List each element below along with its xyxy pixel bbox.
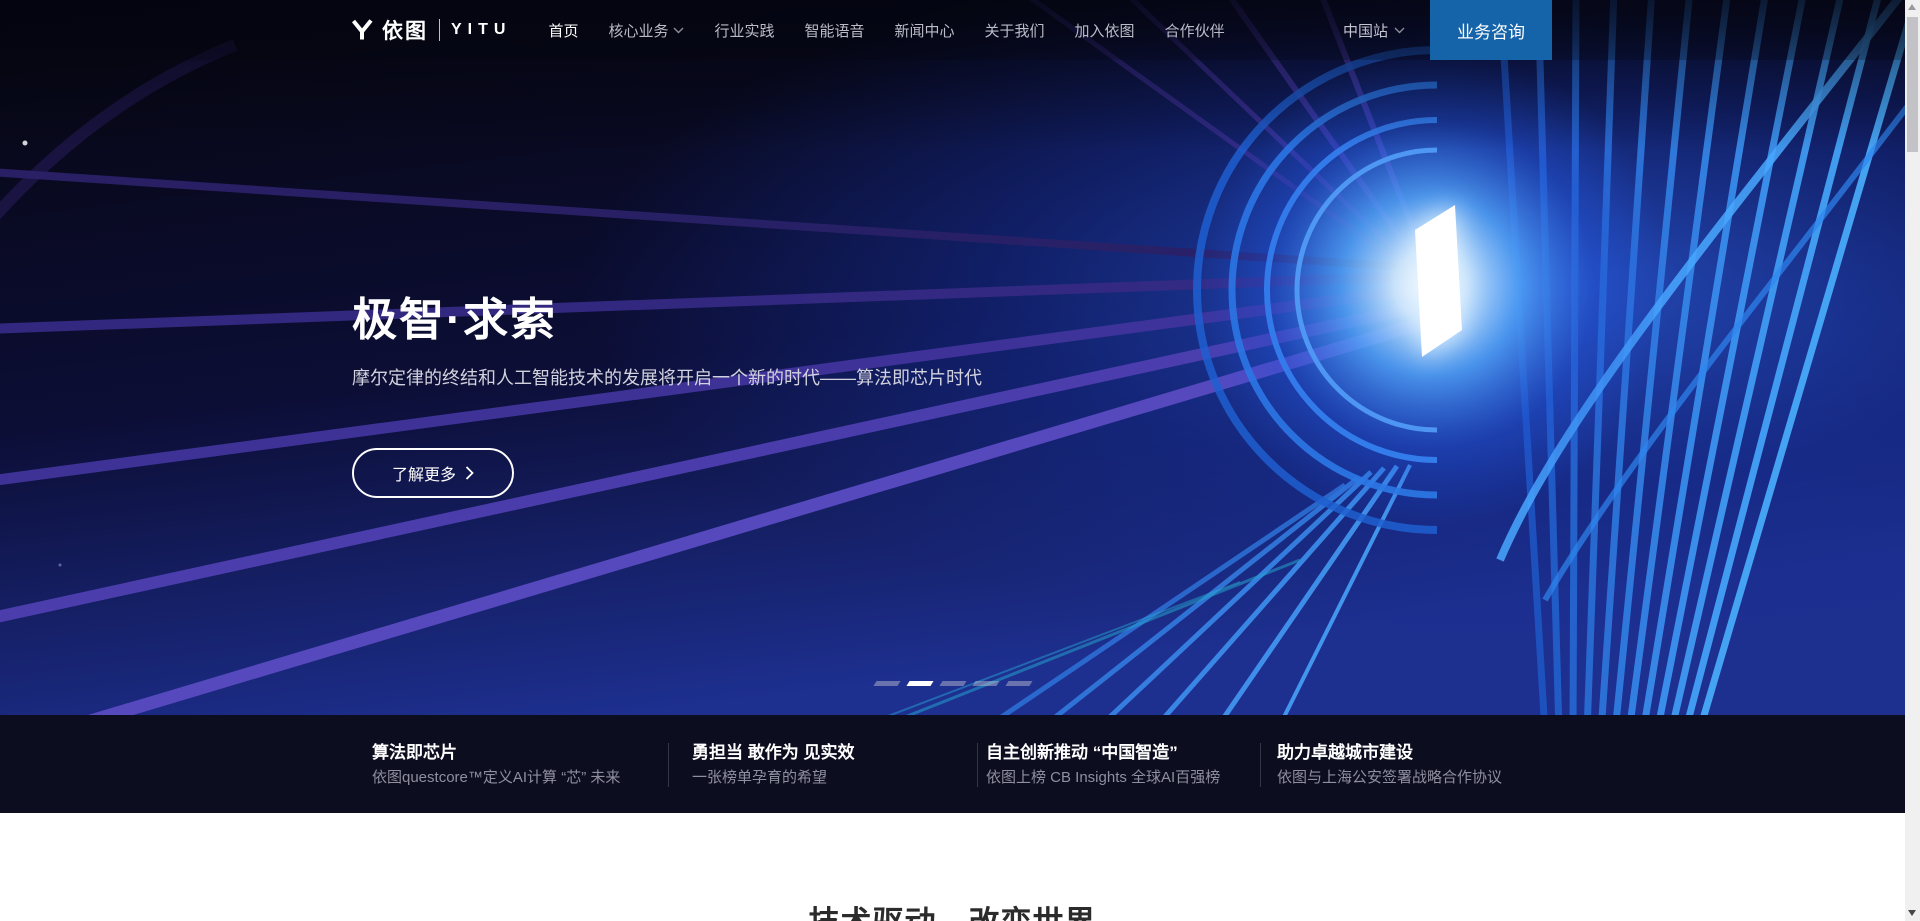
nav-item-partners[interactable]: 合作伙伴 xyxy=(1150,0,1240,60)
learn-more-button[interactable]: 了解更多 xyxy=(352,448,514,498)
news-item-2[interactable]: 勇担当 敢作为 见实效 一张榜单孕育的希望 xyxy=(692,742,854,788)
yitu-logo[interactable]: 依图 YITU xyxy=(350,15,511,45)
strip-divider xyxy=(1260,743,1261,787)
scrollbar-up-arrow[interactable] xyxy=(1908,4,1916,10)
chevron-down-icon xyxy=(673,27,684,34)
logo-divider xyxy=(439,19,440,41)
browser-viewport: 依图 YITU 首页 核心业务 行业实践 xyxy=(0,0,1920,921)
carousel-dot-1[interactable] xyxy=(873,681,900,686)
news-subtitle: 一张榜单孕育的希望 xyxy=(692,768,854,788)
hero-banner: 依图 YITU 首页 核心业务 行业实践 xyxy=(0,0,1905,715)
nav-item-home[interactable]: 首页 xyxy=(533,0,593,60)
carousel-dot-2-active[interactable] xyxy=(906,681,933,686)
news-item-3[interactable]: 自主创新推动 “中国智造” 依图上榜 CB Insights 全球AI百强榜 xyxy=(986,742,1220,788)
news-title: 勇担当 敢作为 见实效 xyxy=(692,742,854,763)
section-heading: 技术驱动，改变世界 xyxy=(0,813,1905,921)
strip-divider xyxy=(977,743,978,787)
news-item-4[interactable]: 助力卓越城市建设 依图与上海公安签署战略合作协议 xyxy=(1277,742,1502,788)
news-title: 自主创新推动 “中国智造” xyxy=(986,742,1220,763)
nav-item-industry-practice[interactable]: 行业实践 xyxy=(699,0,789,60)
news-strip: 算法即芯片 依图questcore™定义AI计算 “芯” 未来 勇担当 敢作为 … xyxy=(0,715,1905,813)
chevron-right-icon xyxy=(465,466,474,480)
hero-subtitle: 摩尔定律的终结和人工智能技术的发展将开启一个新的时代——算法即芯片时代 xyxy=(352,364,982,390)
news-title: 助力卓越城市建设 xyxy=(1277,742,1502,763)
logo-text-en: YITU xyxy=(451,21,511,39)
top-navigation-bar: 依图 YITU 首页 核心业务 行业实践 xyxy=(0,0,1905,60)
strip-divider xyxy=(668,743,669,787)
news-title: 算法即芯片 xyxy=(372,742,620,763)
technology-section: 技术驱动，改变世界 xyxy=(0,813,1905,921)
nav-item-core-business[interactable]: 核心业务 xyxy=(593,0,699,60)
news-item-1[interactable]: 算法即芯片 依图questcore™定义AI计算 “芯” 未来 xyxy=(372,742,620,788)
nav-item-about-us[interactable]: 关于我们 xyxy=(970,0,1060,60)
carousel-dot-5[interactable] xyxy=(1005,681,1032,686)
carousel-indicators xyxy=(875,681,1031,686)
news-subtitle: 依图questcore™定义AI计算 “芯” 未来 xyxy=(372,768,620,788)
nav-item-speech-ai[interactable]: 智能语音 xyxy=(790,0,880,60)
chevron-down-icon xyxy=(1394,27,1405,34)
carousel-dot-3[interactable] xyxy=(939,681,966,686)
business-inquiry-button[interactable]: 业务咨询 xyxy=(1430,0,1552,60)
carousel-dot-4[interactable] xyxy=(972,681,999,686)
scrollbar-thumb[interactable] xyxy=(1907,17,1918,152)
nav-item-news-center[interactable]: 新闻中心 xyxy=(880,0,970,60)
nav-menu: 首页 核心业务 行业实践 智能语音 新闻中心 xyxy=(533,0,1239,60)
vertical-scrollbar xyxy=(1905,0,1920,921)
yitu-y-icon xyxy=(350,18,374,42)
news-subtitle: 依图与上海公安签署战略合作协议 xyxy=(1277,768,1502,788)
logo-text-cn: 依图 xyxy=(382,15,428,45)
locale-selector[interactable]: 中国站 xyxy=(1343,20,1405,41)
nav-item-join-us[interactable]: 加入依图 xyxy=(1060,0,1150,60)
scrollbar-down-arrow[interactable] xyxy=(1908,910,1916,916)
hero-title: 极智·求索 xyxy=(352,283,557,348)
hero-vortex-background xyxy=(0,0,1905,715)
yitu-homepage: 依图 YITU 首页 核心业务 行业实践 xyxy=(0,0,1905,921)
news-subtitle: 依图上榜 CB Insights 全球AI百强榜 xyxy=(986,768,1220,788)
